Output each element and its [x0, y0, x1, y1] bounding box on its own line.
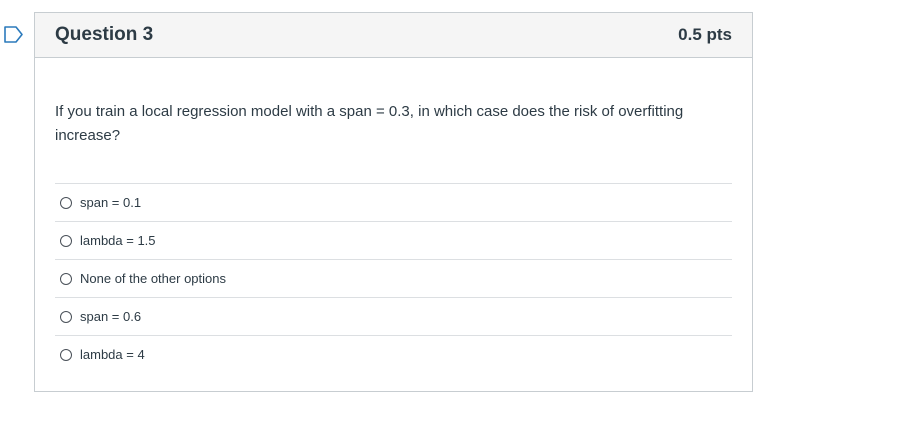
question-body: If you train a local regression model wi…	[35, 58, 752, 373]
question-text: If you train a local regression model wi…	[55, 103, 684, 144]
question-points: 0.5 pts	[678, 25, 732, 44]
question-title: Question 3	[55, 24, 154, 45]
answer-option[interactable]: lambda = 4	[55, 335, 732, 373]
answer-option[interactable]: None of the other options	[55, 259, 732, 297]
radio-button[interactable]	[60, 310, 72, 323]
answer-label[interactable]: span = 0.1	[80, 195, 141, 210]
answer-label[interactable]: lambda = 1.5	[80, 233, 156, 248]
answer-option[interactable]: span = 0.6	[55, 297, 732, 335]
answer-label[interactable]: lambda = 4	[80, 347, 145, 362]
flag-question-icon[interactable]	[4, 26, 24, 43]
answer-list: span = 0.1 lambda = 1.5 None of the othe…	[55, 183, 732, 373]
radio-button[interactable]	[60, 272, 72, 285]
radio-button[interactable]	[60, 196, 72, 209]
question-header: Question 3 0.5 pts	[35, 13, 752, 58]
answer-label[interactable]: None of the other options	[80, 271, 226, 286]
question-card: Question 3 0.5 pts If you train a local …	[34, 12, 753, 392]
answer-option[interactable]: lambda = 1.5	[55, 221, 732, 259]
radio-button[interactable]	[60, 234, 72, 247]
answer-label[interactable]: span = 0.6	[80, 309, 141, 324]
radio-button[interactable]	[60, 348, 72, 361]
answer-option[interactable]: span = 0.1	[55, 183, 732, 221]
